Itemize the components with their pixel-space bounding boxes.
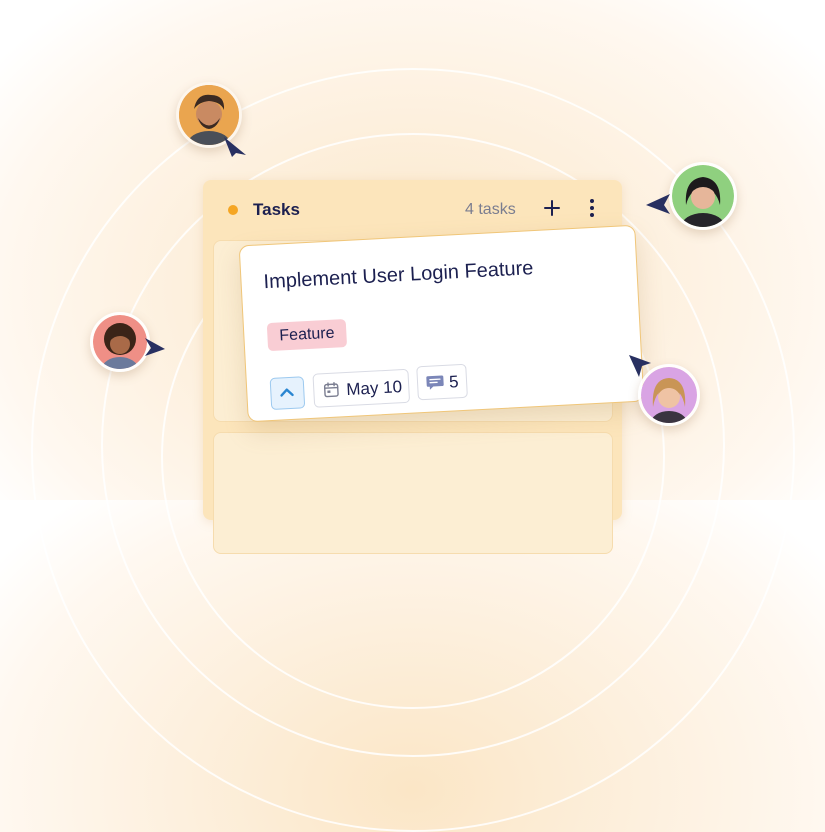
- comment-icon: [426, 375, 444, 390]
- priority-button[interactable]: [269, 376, 306, 411]
- status-dot: [228, 205, 238, 215]
- comments-chip[interactable]: 5: [416, 363, 468, 401]
- feature-tag[interactable]: Feature: [266, 319, 348, 352]
- collaborator-avatar: [638, 364, 700, 426]
- cursor-icon: [224, 137, 246, 157]
- column-title: Tasks: [253, 200, 300, 219]
- chevron-up-icon: [280, 388, 294, 397]
- task-count: 4 tasks: [465, 201, 516, 218]
- task-title: Implement User Login Feature: [263, 257, 534, 294]
- task-card[interactable]: Implement User Login Feature Feature May…: [238, 224, 645, 423]
- collaborator-avatar: [669, 162, 737, 230]
- cursor-icon: [145, 338, 165, 356]
- plus-icon: [544, 200, 560, 216]
- more-vertical-icon: [583, 199, 601, 217]
- collaborator-avatar: [90, 312, 150, 372]
- column-menu-button[interactable]: [583, 199, 601, 221]
- calendar-icon: [323, 382, 339, 398]
- cursor-icon: [646, 194, 670, 214]
- due-date-chip[interactable]: May 10: [312, 368, 411, 408]
- due-date-text: May 10: [345, 377, 403, 400]
- comment-count: 5: [448, 372, 460, 392]
- task-card-placeholder[interactable]: [213, 432, 613, 554]
- add-task-button[interactable]: [541, 197, 563, 219]
